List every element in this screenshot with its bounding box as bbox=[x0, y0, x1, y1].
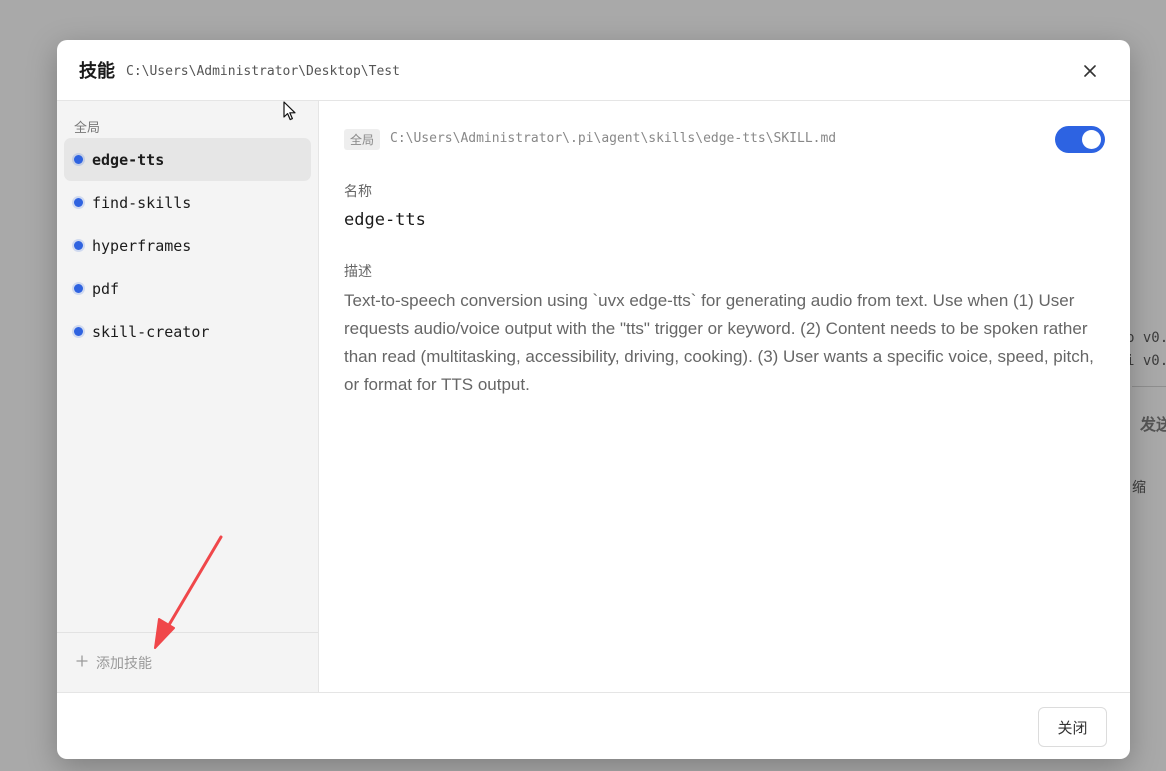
sidebar-item-skill-creator[interactable]: skill-creator bbox=[64, 310, 311, 353]
sidebar-item-label: skill-creator bbox=[92, 322, 210, 341]
add-skill-button[interactable]: 添加技能 bbox=[57, 632, 318, 692]
status-dot bbox=[74, 284, 83, 293]
skill-name-value: edge-tts bbox=[344, 210, 426, 230]
close-icon[interactable] bbox=[1080, 61, 1100, 81]
sidebar-item-label: pdf bbox=[92, 279, 120, 298]
skill-file-path: C:\Users\Administrator\.pi\agent\skills\… bbox=[390, 131, 837, 146]
background-send-button: 发送 bbox=[1140, 415, 1166, 434]
plus-icon bbox=[76, 654, 88, 671]
sidebar-item-label: find-skills bbox=[92, 193, 192, 212]
sidebar-item-hyperframes[interactable]: hyperframes bbox=[64, 224, 311, 267]
dialog-header: 技能 C:\Users\Administrator\Desktop\Test bbox=[57, 40, 1130, 101]
scope-badge: 全局 bbox=[344, 129, 381, 150]
dialog-workspace-path: C:\Users\Administrator\Desktop\Test bbox=[126, 63, 400, 79]
add-skill-label: 添加技能 bbox=[96, 655, 152, 672]
background-divider bbox=[1132, 386, 1166, 387]
background-text-version-2: i v0. bbox=[1126, 353, 1166, 369]
skills-sidebar: 全局 edge-tts find-skills hyperframes pdf … bbox=[57, 101, 319, 692]
skill-list: edge-tts find-skills hyperframes pdf ski… bbox=[64, 138, 311, 353]
background-shrink-text: 缩 bbox=[1132, 480, 1146, 496]
skill-detail-panel: 全局 C:\Users\Administrator\.pi\agent\skil… bbox=[319, 101, 1130, 692]
close-button[interactable]: 关闭 bbox=[1038, 707, 1107, 747]
status-dot bbox=[74, 327, 83, 336]
sidebar-item-label: edge-tts bbox=[92, 150, 165, 169]
sidebar-item-pdf[interactable]: pdf bbox=[64, 267, 311, 310]
background-text-version-1: p v0. bbox=[1126, 330, 1166, 346]
sidebar-item-edge-tts[interactable]: edge-tts bbox=[64, 138, 311, 181]
skill-enabled-toggle[interactable] bbox=[1055, 126, 1105, 153]
sidebar-group-label: 全局 bbox=[74, 121, 101, 136]
sidebar-item-label: hyperframes bbox=[92, 236, 192, 255]
status-dot bbox=[74, 155, 83, 164]
toggle-knob bbox=[1082, 130, 1101, 149]
dialog-title: 技能 bbox=[79, 61, 115, 82]
dialog-footer: 关闭 bbox=[57, 692, 1130, 759]
name-label: 名称 bbox=[344, 184, 372, 200]
description-label: 描述 bbox=[344, 264, 372, 280]
status-dot bbox=[74, 198, 83, 207]
sidebar-item-find-skills[interactable]: find-skills bbox=[64, 181, 311, 224]
skill-description-value: Text-to-speech conversion using `uvx edg… bbox=[344, 291, 1094, 394]
mouse-cursor-icon bbox=[283, 101, 296, 121]
skills-dialog: 技能 C:\Users\Administrator\Desktop\Test 全… bbox=[57, 40, 1130, 759]
status-dot bbox=[74, 241, 83, 250]
